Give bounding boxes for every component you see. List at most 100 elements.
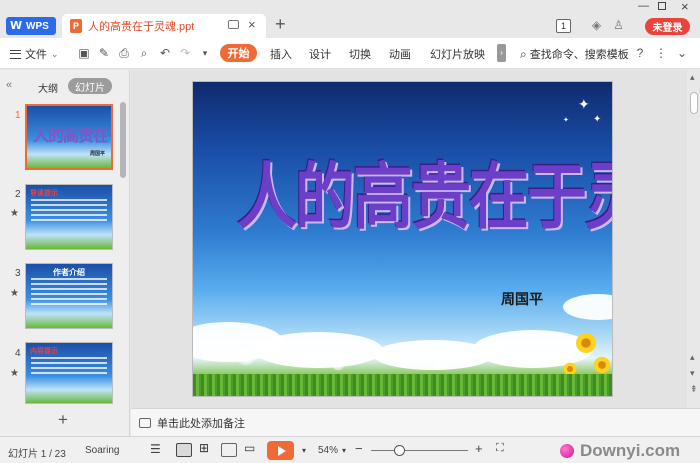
watermark-logo-icon: [560, 444, 574, 458]
thumbnail-heading: 导读提示: [30, 190, 58, 197]
thumbnail-scrollbar[interactable]: [120, 102, 126, 178]
document-tab-name: 人的高贵在于灵魂.ppt: [88, 21, 195, 33]
collapse-ribbon-icon[interactable]: ⌄: [675, 46, 689, 60]
thumbnail-text-lines: [31, 199, 107, 224]
page-up-icon[interactable]: ⇞: [690, 384, 698, 395]
tab-slideshow[interactable]: 幻灯片放映: [430, 46, 485, 62]
sparkle-icon: ✦: [593, 114, 602, 125]
zoom-dropdown-icon[interactable]: ▾: [342, 446, 346, 455]
zoom-out-button[interactable]: −: [355, 441, 363, 456]
normal-view-icon[interactable]: [176, 443, 192, 457]
shirt-icon[interactable]: ♙: [612, 19, 625, 32]
title-bar: WPS P 人的高贵在于灵魂.ppt × + 1 ◈ ♙ 未登录 — ×: [0, 0, 700, 38]
slide-thumbnail[interactable]: 作者介绍: [25, 263, 113, 329]
cloud-shape: [253, 332, 383, 368]
dandelion-shape: [235, 344, 257, 366]
scroll-up-arrow-icon[interactable]: ▴: [690, 352, 695, 363]
zoom-in-button[interactable]: +: [475, 441, 483, 456]
print-preview-icon[interactable]: ⌕: [137, 46, 151, 60]
zoom-slider-knob[interactable]: [394, 445, 405, 456]
watermark-text: Downyi.com: [580, 441, 681, 460]
more-options-icon[interactable]: ⋮: [654, 46, 668, 60]
sparkle-icon: ✦: [578, 96, 590, 112]
search-command-label: 查找命令、搜索模板: [529, 49, 629, 61]
thumbnail-number: 1: [15, 110, 21, 121]
thumbnail-number: 3: [15, 268, 21, 279]
reading-view-icon[interactable]: [221, 443, 237, 457]
notes-icon: [139, 417, 151, 428]
minimize-icon[interactable]: —: [638, 0, 649, 12]
slide-thumbnail[interactable]: 导读提示: [25, 184, 113, 250]
fit-window-icon[interactable]: ⛶: [496, 442, 504, 455]
zoom-slider-track[interactable]: [371, 450, 468, 451]
window-count-badge[interactable]: 1: [556, 19, 571, 33]
tab-transitions[interactable]: 切换: [349, 46, 371, 62]
more-tabs-button[interactable]: ›: [497, 44, 506, 62]
print-icon[interactable]: ⎙: [117, 46, 131, 60]
maximize-icon[interactable]: [658, 2, 666, 10]
vertical-scrollbar[interactable]: ▴ ▴ ▾ ⇞: [688, 70, 700, 408]
cloud-shape: [563, 294, 612, 320]
flower-shape: [593, 356, 611, 374]
slide-thumbnail[interactable]: 内容提示: [25, 342, 113, 404]
play-slideshow-button[interactable]: [267, 441, 294, 460]
zoom-level[interactable]: 54%: [318, 445, 338, 456]
slide-thumbnail[interactable]: 人的高贵在于灵魂 周国平: [25, 104, 113, 170]
file-menu-label: 文件: [25, 49, 47, 61]
tab-design[interactable]: 设计: [309, 46, 331, 62]
scroll-up-icon[interactable]: ▴: [690, 72, 695, 83]
tab-home[interactable]: 开始: [220, 44, 257, 62]
wps-home-tab[interactable]: WPS: [6, 17, 56, 35]
chevron-down-icon: ⌄: [51, 48, 59, 59]
watermark: Downyi.com: [560, 441, 680, 461]
presenter-view-icon[interactable]: ▭: [244, 441, 260, 455]
file-menu[interactable]: 文件 ⌄: [10, 46, 59, 62]
slide-indicator: 幻灯片 1 / 23: [8, 449, 66, 460]
undo-icon[interactable]: ↶: [158, 46, 172, 60]
slide-sorter-view-icon[interactable]: ⊞: [199, 441, 215, 455]
theme-name[interactable]: Soaring: [85, 445, 119, 456]
play-options-chevron-icon[interactable]: ▾: [302, 446, 306, 455]
slide-title[interactable]: 人的高贵在于灵魂: [237, 139, 612, 243]
tab-insert[interactable]: 插入: [270, 46, 292, 62]
add-slide-button[interactable]: +: [58, 410, 68, 430]
dandelion-shape: [331, 357, 345, 371]
thumbnail-text-lines: [31, 278, 107, 308]
slide-editing-area: ✦ ✦ ✦ 人的高贵在于灵魂 周国平: [131, 70, 687, 408]
search-icon: ⌕: [520, 46, 527, 61]
save-icon[interactable]: ▣: [77, 46, 91, 60]
new-tab-button[interactable]: +: [275, 14, 286, 35]
grass-shape: [193, 374, 612, 396]
scroll-down-arrow-icon[interactable]: ▾: [690, 368, 695, 379]
skin-icon[interactable]: ◈: [590, 19, 603, 32]
tab-slides[interactable]: 幻灯片: [68, 78, 112, 94]
thumbnail-heading: 内容提示: [30, 348, 58, 355]
help-icon[interactable]: ?: [633, 46, 647, 60]
collapse-panel-icon[interactable]: «: [6, 79, 12, 91]
slide-panel: « 大纲 幻灯片 1 人的高贵在于灵魂 周国平 2 ★ 导读提示 3 ★ 作者介…: [0, 70, 130, 436]
slide-canvas[interactable]: ✦ ✦ ✦ 人的高贵在于灵魂 周国平: [192, 81, 613, 397]
notes-area[interactable]: 单击此处添加备注: [131, 408, 700, 436]
login-button[interactable]: 未登录: [645, 18, 690, 35]
screen-icon[interactable]: [228, 20, 239, 29]
wps-tab-label: WPS: [26, 20, 49, 32]
document-tab[interactable]: P 人的高贵在于灵魂.ppt ×: [62, 14, 266, 38]
format-painter-icon[interactable]: ✎: [97, 46, 111, 60]
dandelion-shape: [433, 360, 443, 370]
notes-toggle-icon[interactable]: ☰: [150, 442, 161, 456]
animation-star-icon: ★: [10, 208, 19, 219]
close-tab-icon[interactable]: ×: [248, 17, 256, 32]
window-close-icon[interactable]: ×: [681, 0, 689, 14]
ppt-file-icon: P: [70, 19, 82, 33]
quick-access-dropdown-icon[interactable]: ▾: [198, 46, 212, 60]
tab-animation[interactable]: 动画: [389, 46, 411, 62]
flower-shape: [575, 332, 597, 354]
search-command[interactable]: ⌕ 查找命令、搜索模板: [520, 46, 629, 62]
thumbnail-heading: 作者介绍: [53, 268, 85, 277]
tab-outline[interactable]: 大纲: [38, 80, 58, 95]
scrollbar-thumb[interactable]: [690, 92, 698, 114]
slide-author[interactable]: 周国平: [501, 289, 543, 309]
notes-placeholder: 单击此处添加备注: [157, 417, 245, 430]
redo-icon[interactable]: ↷: [178, 46, 192, 60]
dandelion-shape: [491, 344, 507, 360]
